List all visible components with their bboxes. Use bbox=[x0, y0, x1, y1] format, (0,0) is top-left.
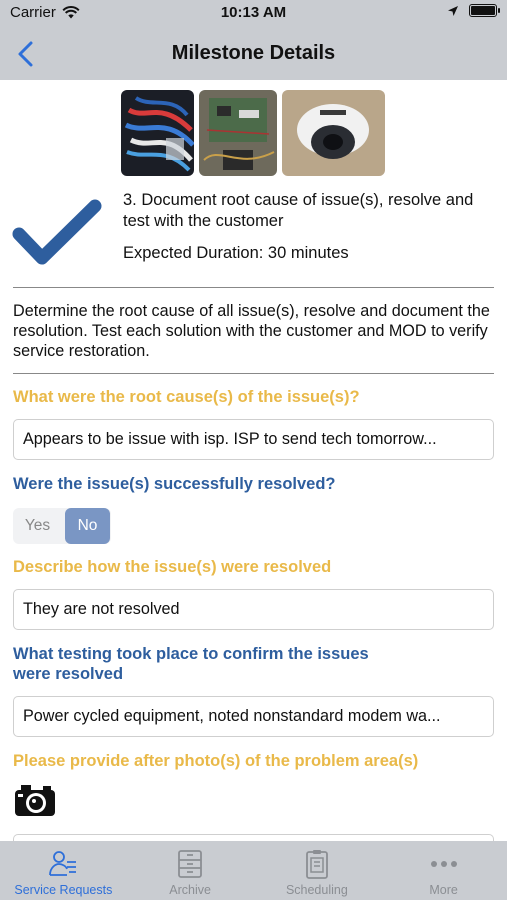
how-resolved-field[interactable]: They are not resolved bbox=[13, 589, 494, 630]
root-cause-field[interactable]: Appears to be issue with isp. ISP to sen… bbox=[13, 419, 494, 460]
network-cables-photo[interactable] bbox=[121, 90, 194, 176]
how-resolved-label: Describe how the issue(s) were resolved bbox=[13, 558, 332, 576]
milestone-photos bbox=[121, 90, 385, 176]
milestone-title: 3. Document root cause of issue(s), reso… bbox=[123, 191, 474, 230]
after-photos-label: Please provide after photo(s) of the pro… bbox=[13, 752, 419, 770]
top-bar: Carrier 10:13 AM Milestone Details bbox=[0, 0, 507, 80]
more-icon bbox=[430, 861, 457, 867]
battery-icon bbox=[469, 4, 500, 17]
resolved-toggle: Yes No bbox=[13, 508, 111, 544]
status-bar: Carrier 10:13 AM bbox=[0, 4, 507, 24]
tab-label: Archive bbox=[169, 883, 211, 897]
service-requests-icon bbox=[49, 851, 77, 876]
checkmark-icon bbox=[12, 199, 102, 265]
resolved-yes-option[interactable]: Yes bbox=[13, 508, 62, 544]
scheduling-icon bbox=[305, 850, 328, 879]
testing-label-line1: What testing took place to confirm the i… bbox=[13, 645, 369, 663]
tab-archive[interactable]: Archive bbox=[127, 841, 254, 900]
milestone-description: Determine the root cause of all issue(s)… bbox=[13, 302, 490, 360]
tab-label: Service Requests bbox=[14, 883, 113, 897]
resolved-label: Were the issue(s) successfully resolved? bbox=[13, 475, 336, 493]
tab-label: More bbox=[429, 883, 458, 897]
root-cause-label: What were the root cause(s) of the issue… bbox=[13, 388, 360, 406]
navigation-bar: Milestone Details bbox=[0, 36, 507, 72]
testing-label: What testing took place to confirm the i… bbox=[13, 644, 369, 684]
tab-service-requests[interactable]: Service Requests bbox=[0, 841, 127, 900]
tab-label: Scheduling bbox=[285, 883, 348, 897]
divider bbox=[13, 287, 494, 288]
divider bbox=[13, 373, 494, 374]
page-title: Milestone Details bbox=[171, 42, 336, 64]
expected-duration: Expected Duration: 30 minutes bbox=[123, 244, 349, 262]
tab-scheduling[interactable]: Scheduling bbox=[254, 841, 381, 900]
circuit-board-photo[interactable] bbox=[199, 90, 277, 176]
archive-icon bbox=[178, 850, 203, 878]
security-camera-photo[interactable] bbox=[282, 90, 385, 176]
clock: 10:13 AM bbox=[220, 4, 287, 21]
tab-more[interactable]: More bbox=[380, 841, 507, 900]
tab-bar: Service Requests Archive Scheduling More bbox=[0, 841, 507, 900]
resolved-no-option[interactable]: No bbox=[65, 508, 110, 544]
location-arrow-icon bbox=[448, 5, 458, 16]
testing-label-line2: were resolved bbox=[13, 665, 124, 683]
camera-icon[interactable] bbox=[13, 780, 57, 820]
status-right bbox=[447, 4, 500, 17]
testing-field[interactable]: Power cycled equipment, noted nonstandar… bbox=[13, 696, 494, 737]
